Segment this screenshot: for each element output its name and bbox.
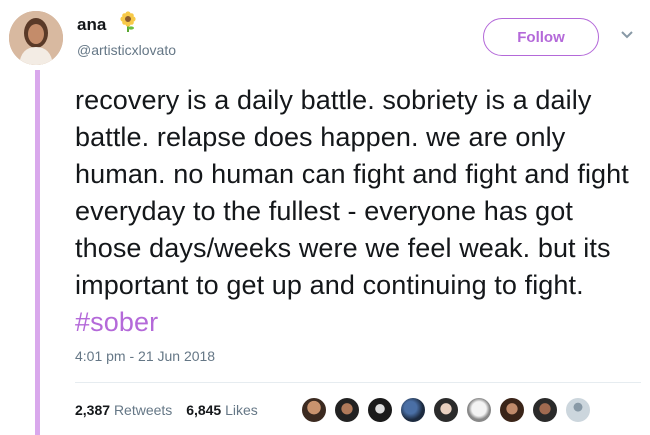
- tweet-timestamp[interactable]: 4:01 pm - 21 Jun 2018: [75, 348, 215, 364]
- retweets-stat[interactable]: 2,387 Retweets: [75, 402, 172, 418]
- tweet-text: recovery is a daily battle. sobriety is …: [75, 82, 643, 341]
- sunflower-icon: [120, 11, 136, 32]
- liker-avatar[interactable]: [333, 396, 361, 424]
- likes-label: Likes: [225, 402, 258, 418]
- liker-avatars: [300, 396, 597, 424]
- tweet-stats: 2,387 Retweets 6,845 Likes: [75, 402, 268, 418]
- thread-line: [35, 70, 40, 435]
- hashtag-link[interactable]: #sober: [75, 307, 158, 337]
- retweets-count: 2,387: [75, 402, 111, 418]
- liker-avatar[interactable]: [564, 396, 592, 424]
- user-handle[interactable]: @artisticxlovato: [77, 42, 176, 58]
- profile-avatar[interactable]: [9, 11, 63, 65]
- follow-button[interactable]: Follow: [483, 18, 599, 56]
- liker-avatar[interactable]: [300, 396, 328, 424]
- tweet-body: recovery is a daily battle. sobriety is …: [75, 85, 629, 300]
- retweets-label: Retweets: [113, 402, 173, 418]
- likes-stat[interactable]: 6,845 Likes: [186, 402, 258, 418]
- divider: [75, 382, 641, 383]
- chevron-down-icon[interactable]: [620, 30, 634, 40]
- display-name[interactable]: ana: [77, 15, 106, 35]
- liker-avatar[interactable]: [366, 396, 394, 424]
- likes-count: 6,845: [186, 402, 222, 418]
- liker-avatar[interactable]: [465, 396, 493, 424]
- liker-avatar[interactable]: [399, 396, 427, 424]
- liker-avatar[interactable]: [432, 396, 460, 424]
- liker-avatar[interactable]: [498, 396, 526, 424]
- liker-avatar[interactable]: [531, 396, 559, 424]
